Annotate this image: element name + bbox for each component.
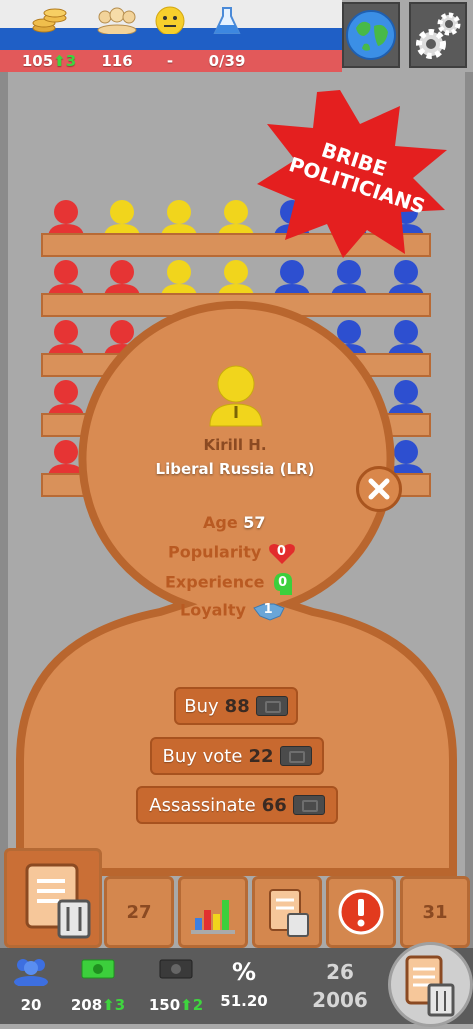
age-row: Age 57	[203, 513, 266, 539]
loyalty-label: Loyalty	[180, 600, 246, 620]
people-value: 20	[20, 996, 42, 1014]
age-value: 57	[243, 513, 266, 532]
tab-alert[interactable]	[326, 876, 396, 948]
cash-icon	[255, 696, 288, 716]
tab-27-label: 27	[126, 901, 152, 923]
handshake-icon: 1	[252, 600, 286, 622]
percent-symbol: %	[231, 958, 257, 986]
politician-party: Liberal Russia (LR)	[155, 460, 315, 478]
cash-icon	[279, 746, 312, 766]
expense-stat: 150⬆2	[140, 948, 212, 1014]
green-cash-icon	[81, 959, 115, 979]
tab-31-label: 31	[422, 901, 448, 923]
assassinate-button[interactable]: Assassinate 66	[136, 786, 338, 824]
buy-vote-label: Buy vote	[162, 745, 243, 767]
document-trash-icon	[405, 955, 455, 1017]
loyalty-value: 1	[263, 602, 273, 617]
document-trash-icon	[269, 889, 309, 937]
buy-vote-cost: 22	[248, 745, 274, 767]
alert-icon	[338, 889, 384, 935]
heart-icon: 0	[267, 542, 297, 564]
loyalty-row: Loyalty 1	[180, 600, 286, 626]
game-date: 26 2006	[300, 958, 380, 1014]
brain-icon: 0	[270, 571, 296, 595]
buy-cost: 88	[224, 695, 250, 717]
next-turn-button[interactable]	[388, 942, 473, 1027]
close-icon	[368, 478, 390, 500]
experience-row: Experience 0	[165, 571, 296, 597]
tab-statistics[interactable]	[178, 876, 248, 948]
experience-value: 0	[278, 575, 288, 590]
popularity-row: Popularity 0	[168, 542, 297, 568]
cash-icon	[292, 795, 325, 815]
assassinate-label: Assassinate	[149, 794, 256, 816]
politician-name: Kirill H.	[203, 436, 267, 454]
close-button[interactable]	[356, 466, 402, 512]
buy-vote-button[interactable]: Buy vote 22	[150, 737, 324, 775]
age-label: Age	[203, 513, 238, 532]
income-value: 208	[70, 996, 103, 1014]
buy-label: Buy	[184, 695, 219, 717]
expense-up-arrow-icon: ⬆	[180, 996, 193, 1014]
expense-change: 2	[192, 996, 204, 1014]
tab-31[interactable]: 31	[400, 876, 470, 948]
tab-27[interactable]: 27	[104, 876, 174, 948]
income-stat: 208⬆3	[62, 948, 134, 1014]
income-up-arrow-icon: ⬆	[102, 996, 115, 1014]
document-trash-icon	[25, 863, 91, 939]
date-day: 26	[326, 960, 354, 984]
income-change: 3	[114, 996, 126, 1014]
bar-chart-icon	[191, 900, 235, 934]
popularity-value: 0	[276, 544, 286, 559]
percent-value: 51.20	[220, 992, 268, 1010]
dark-cash-icon	[159, 959, 193, 979]
percent-stat: % 51.20	[208, 948, 280, 1010]
people-stat: 20	[0, 948, 67, 1014]
people-icon	[14, 959, 48, 986]
tab-document[interactable]	[252, 876, 322, 948]
experience-label: Experience	[165, 572, 265, 592]
expense-value: 150	[148, 996, 181, 1014]
buy-button[interactable]: Buy 88	[174, 687, 298, 725]
assassinate-cost: 66	[261, 794, 287, 816]
tab-documents-trash[interactable]	[4, 848, 102, 948]
date-year: 2006	[312, 988, 368, 1012]
popularity-label: Popularity	[168, 542, 262, 562]
